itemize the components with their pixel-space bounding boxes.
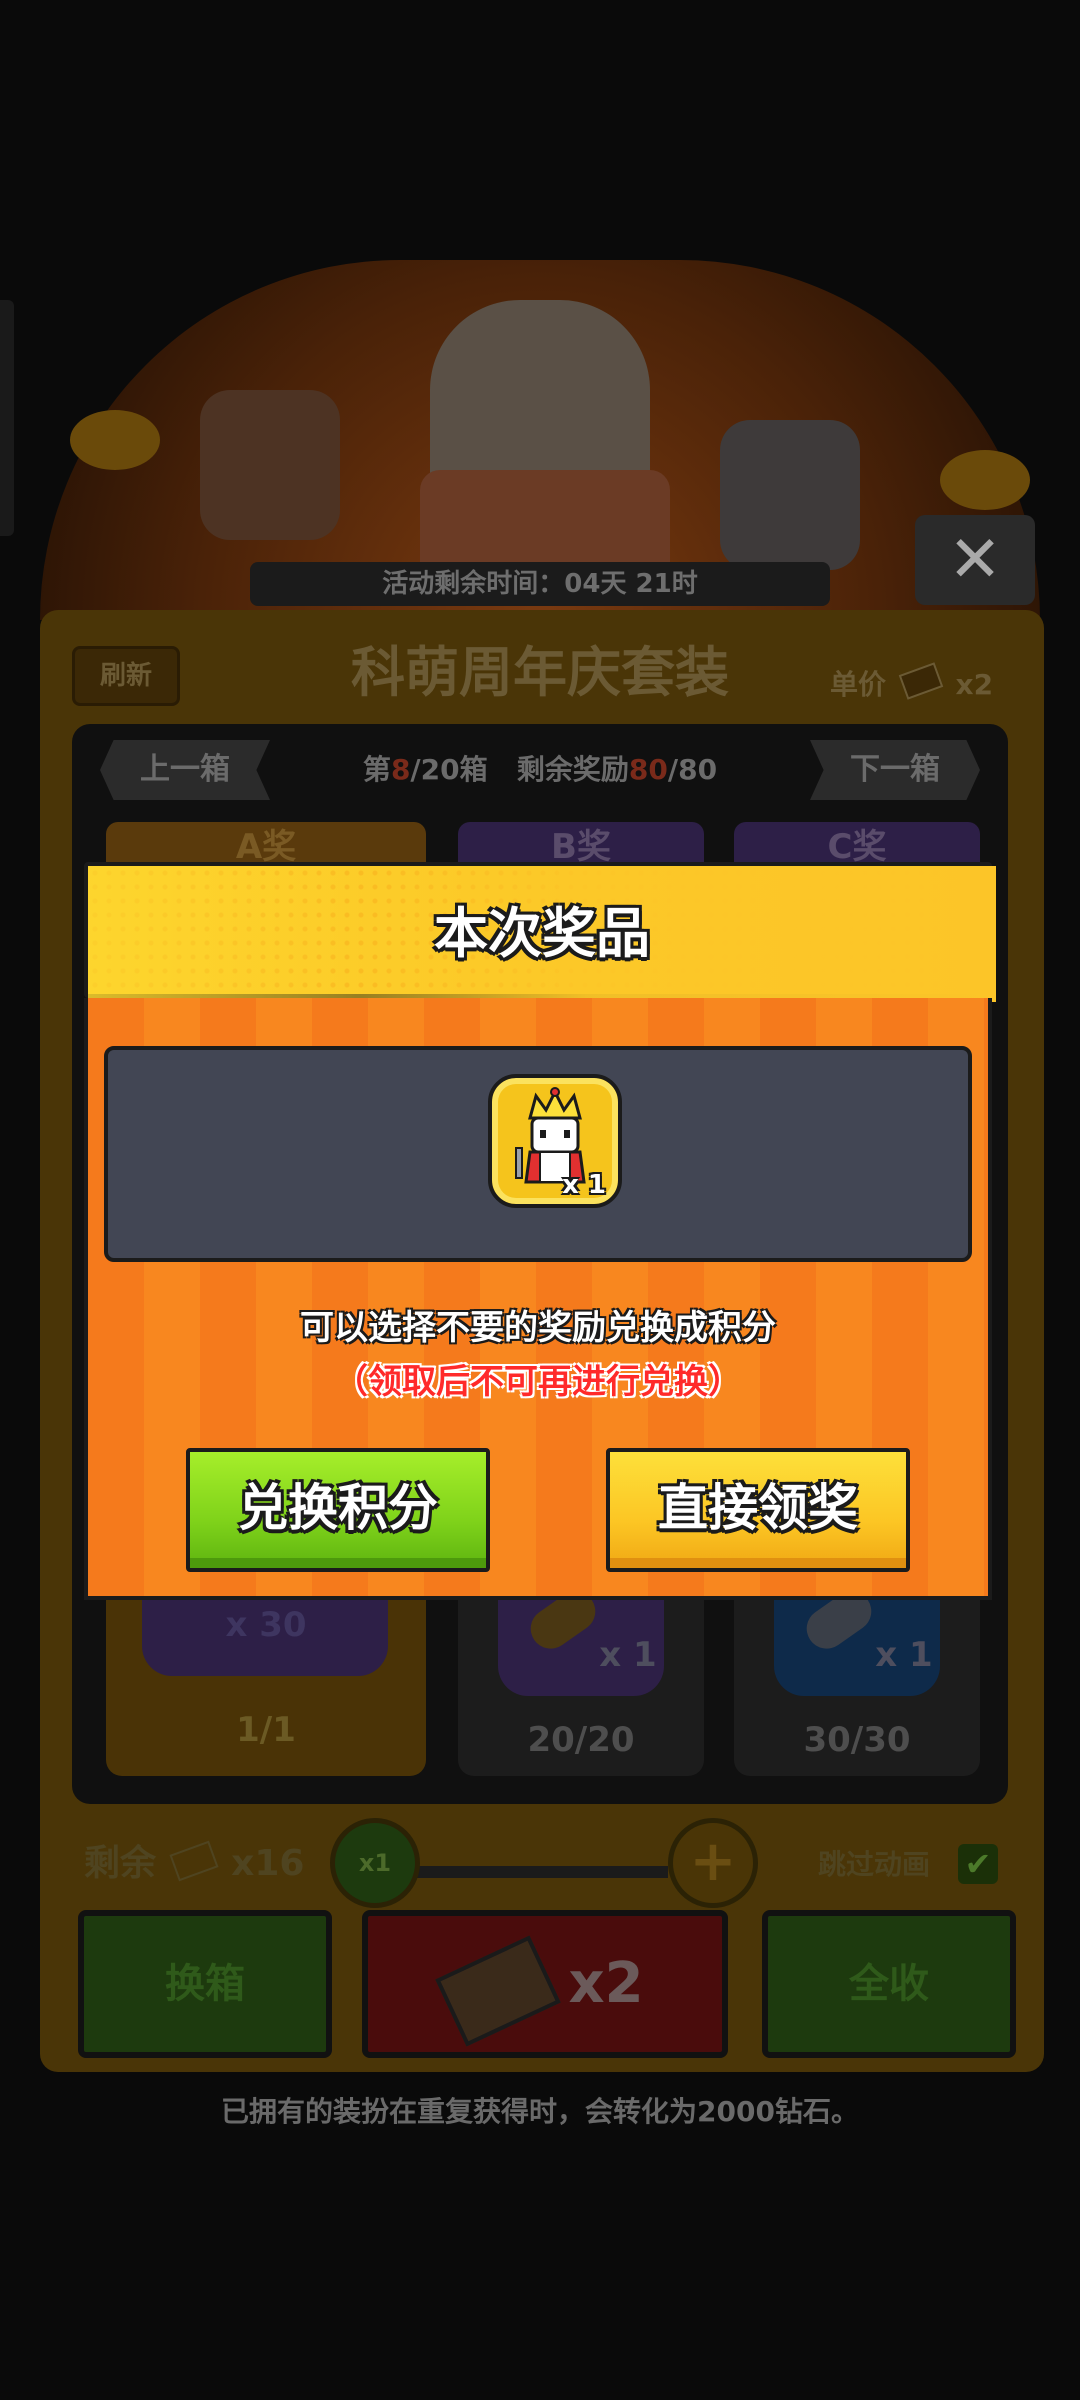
- exchange-warning: （领取后不可再进行兑换）: [334, 1362, 742, 1402]
- side-edge: [0, 300, 14, 536]
- remain-label: 剩余奖励: [516, 753, 629, 786]
- remaining-tickets: 剩余 x16: [84, 1836, 334, 1892]
- dialog-header: 本次奖品: [84, 862, 996, 1002]
- princess-art: [200, 390, 340, 540]
- remain-current: 80: [628, 753, 668, 786]
- reward-qty: x 1: [562, 1170, 606, 1200]
- reward-container: x 1: [104, 1046, 972, 1262]
- next-box-button[interactable]: 下一箱: [810, 740, 980, 800]
- exchange-hint: 可以选择不要的奖励兑换成积分: [300, 1308, 776, 1348]
- draw-button[interactable]: x2: [362, 1910, 728, 2058]
- tier-c-card: x 1 30/30: [734, 1580, 980, 1776]
- draw-cost: x2: [568, 1951, 644, 2016]
- footer-note: 已拥有的装扮在重复获得时，会转化为2000钻石。: [221, 2095, 859, 2128]
- skip-animation-toggle[interactable]: 跳过动画 ✔: [818, 1840, 1018, 1890]
- qty-plus-button[interactable]: +: [668, 1818, 758, 1908]
- exchange-points-button[interactable]: 兑换积分: [186, 1448, 490, 1572]
- claim-reward-button[interactable]: 直接领奖: [606, 1448, 910, 1572]
- event-timer: 活动剩余时间：04天 21时: [250, 562, 830, 606]
- refresh-button[interactable]: 刷新: [72, 646, 180, 706]
- tier-b-card: x 1 20/20: [458, 1580, 704, 1776]
- swap-box-button[interactable]: 换箱: [78, 1910, 332, 2058]
- box-current: 8: [390, 753, 411, 786]
- ticket-icon: [435, 1935, 562, 2047]
- coin-art: [940, 450, 1030, 510]
- reward-item[interactable]: x 1: [488, 1074, 622, 1208]
- reward-dialog: 本次奖品 x 1 可以选择不要的奖励兑换成积分 （领取后不可再进行兑换） 兑换积…: [84, 862, 996, 1600]
- collect-all-button[interactable]: 全收: [762, 1910, 1016, 2058]
- tier-b-count: 20/20: [527, 1720, 635, 1760]
- tier-b-qty: x 1: [599, 1635, 657, 1675]
- close-icon: ✕: [948, 523, 1002, 597]
- qty-minus-button[interactable]: x1: [330, 1818, 420, 1908]
- box-prefix: 第: [362, 753, 391, 786]
- plus-icon: +: [689, 1829, 737, 1894]
- dialog-title: 本次奖品: [434, 902, 650, 965]
- tier-c-qty: x 1: [875, 1635, 933, 1675]
- unit-price-label: 单价: [830, 668, 887, 701]
- skip-animation-label: 跳过动画: [818, 1848, 931, 1881]
- box-info: 第8/20箱 剩余奖励80/80: [320, 740, 760, 800]
- unit-price: 单价 x2: [830, 660, 1010, 710]
- checkmark-icon[interactable]: ✔: [958, 1844, 998, 1884]
- qty-slider-track[interactable]: [410, 1866, 668, 1878]
- tier-a-count: 1/1: [236, 1710, 296, 1750]
- ticket-icon: [169, 1840, 219, 1882]
- jester-art: [720, 420, 860, 570]
- coin-art: [70, 410, 160, 470]
- remaining-value: x16: [231, 1843, 305, 1884]
- box-navigation: 上一箱 第8/20箱 剩余奖励80/80 下一箱: [100, 740, 980, 804]
- prev-box-button[interactable]: 上一箱: [100, 740, 270, 800]
- remain-total: /80: [667, 753, 718, 786]
- tier-c-count: 30/30: [803, 1720, 911, 1760]
- ticket-icon: [898, 662, 944, 700]
- panel-title: 科萌周年庆套装: [351, 641, 729, 704]
- close-button[interactable]: ✕: [915, 515, 1035, 605]
- remaining-label: 剩余: [84, 1843, 157, 1884]
- tier-a-card: x 30 1/1: [106, 1580, 426, 1776]
- unit-price-value: x2: [955, 668, 994, 701]
- box-total: /20箱: [410, 753, 488, 786]
